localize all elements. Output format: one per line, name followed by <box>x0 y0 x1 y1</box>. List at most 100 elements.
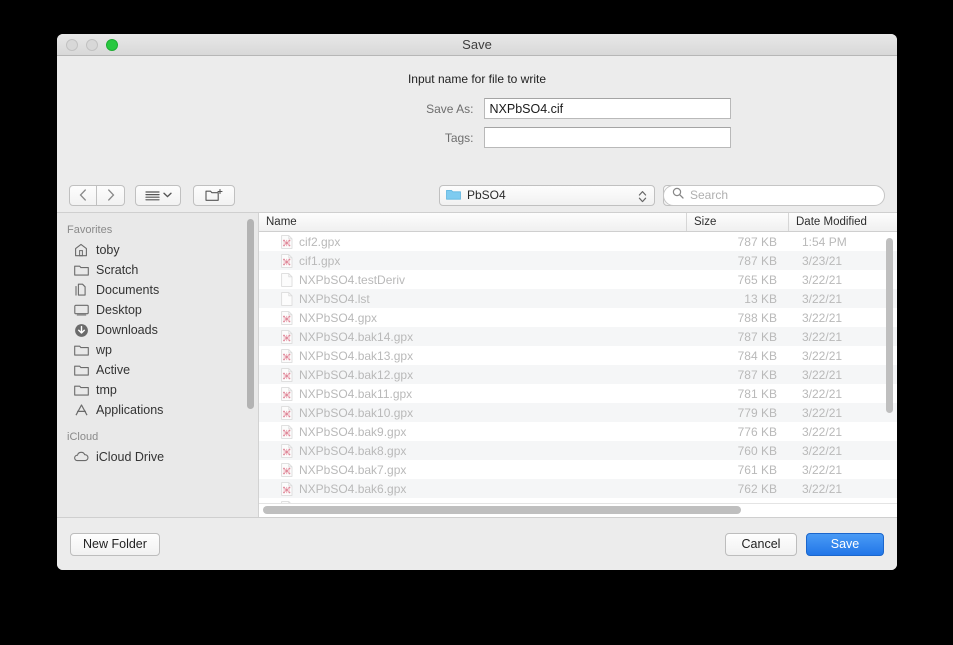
table-row[interactable]: NXPbSO4.lst 13 KB 3/22/21 <box>259 289 897 308</box>
save-as-input[interactable] <box>483 98 731 119</box>
table-row[interactable]: NXPbSO4.bak11.gpx 781 KB 3/22/21 <box>259 384 897 403</box>
sidebar-item-scratch[interactable]: Scratch <box>57 260 258 280</box>
sidebar-item-active[interactable]: Active <box>57 360 258 380</box>
table-row[interactable]: NXPbSO4.bak10.gpx 779 KB 3/22/21 <box>259 403 897 422</box>
file-name-cell: NXPbSO4.lst <box>259 292 687 306</box>
file-name-label: NXPbSO4.lst <box>299 291 370 306</box>
column-header-name[interactable]: Name <box>259 213 687 231</box>
sidebar-item-wp[interactable]: wp <box>57 340 258 360</box>
save-as-row: Save As: <box>57 98 897 119</box>
file-date-cell: 3/22/21 <box>802 272 843 287</box>
list-view-icon <box>144 190 160 200</box>
titlebar: Save <box>57 34 897 56</box>
gpx-file-icon <box>281 405 293 420</box>
file-name-label: cif2.gpx <box>299 234 341 249</box>
file-size-cell: 787 KB <box>737 253 777 268</box>
search-field[interactable]: Search <box>663 184 885 206</box>
sidebar-item-applications[interactable]: Applications <box>57 400 258 420</box>
file-name-label: NXPbSO4.bak10.gpx <box>299 405 414 420</box>
file-date-cell: 3/22/21 <box>802 310 843 325</box>
table-row[interactable]: NXPbSO4.gpx 788 KB 3/22/21 <box>259 308 897 327</box>
sidebar-item-downloads[interactable]: Downloads <box>57 320 258 340</box>
column-header-date-modified[interactable]: Date Modified <box>789 213 897 231</box>
documents-icon <box>71 283 91 297</box>
table-row[interactable]: NXPbSO4.bak7.gpx 761 KB 3/22/21 <box>259 460 897 479</box>
gpx-file-icon <box>281 386 293 401</box>
table-row[interactable]: NXPbSO4.testDeriv 765 KB 3/22/21 <box>259 270 897 289</box>
back-button[interactable] <box>69 184 97 206</box>
save-button[interactable]: Save <box>806 532 884 556</box>
file-name-cell: NXPbSO4.bak8.gpx <box>259 444 687 458</box>
file-name-label: NXPbSO4.gpx <box>299 310 378 325</box>
prompt-text: Input name for file to write <box>407 72 547 86</box>
chevron-down-icon <box>162 192 172 198</box>
file-name-cell: NXPbSO4.bak13.gpx <box>259 349 687 363</box>
tags-input[interactable] <box>483 127 731 148</box>
table-row[interactable]: cif1.gpx 787 KB 3/23/21 <box>259 251 897 270</box>
file-size-cell: 776 KB <box>737 424 777 439</box>
file-list-horizontal-scroll-track <box>259 503 897 517</box>
sidebar-item-tmp[interactable]: tmp <box>57 380 258 400</box>
file-size-cell: 762 KB <box>737 481 777 496</box>
file-list-horizontal-scrollbar[interactable] <box>263 506 741 514</box>
table-row[interactable]: NXPbSO4.bak9.gpx 776 KB 3/22/21 <box>259 422 897 441</box>
dialog-footer: New Folder Cancel Save <box>57 518 897 570</box>
folder-icon <box>71 364 91 376</box>
sidebar-item-toby[interactable]: toby <box>57 240 258 260</box>
table-row[interactable]: NXPbSO4.bak6.gpx 762 KB 3/22/21 <box>259 479 897 498</box>
gpx-file-icon <box>281 234 293 249</box>
sidebar-item-icloud-drive[interactable]: iCloud Drive <box>57 447 258 467</box>
sidebar-item-label: Scratch <box>96 263 139 277</box>
cancel-button[interactable]: Cancel <box>725 532 797 556</box>
plain-file-icon <box>281 272 293 287</box>
file-size-cell: 760 KB <box>737 443 777 458</box>
table-row[interactable]: NXPbSO4.bak12.gpx 787 KB 3/22/21 <box>259 365 897 384</box>
sidebar-item-label: iCloud Drive <box>96 450 165 464</box>
file-size-cell: 787 KB <box>737 367 777 382</box>
chevron-left-icon <box>79 189 86 201</box>
save-dialog-window: Save Input name for file to write Save A… <box>57 34 897 570</box>
new-folder-button[interactable]: New Folder <box>70 532 160 556</box>
file-name-cell: NXPbSO4.bak11.gpx <box>259 387 687 401</box>
table-row[interactable]: NXPbSO4.bak14.gpx 787 KB 3/22/21 <box>259 327 897 346</box>
sidebar-item-documents[interactable]: Documents <box>57 280 258 300</box>
file-name-label: NXPbSO4.testDeriv <box>299 272 406 287</box>
file-date-cell: 1:54 PM <box>802 234 847 249</box>
current-folder-popup[interactable]: PbSO4 <box>439 184 655 207</box>
table-row[interactable]: NXPbSO4.bak8.gpx 760 KB 3/22/21 <box>259 441 897 460</box>
sidebar-scrollbar[interactable] <box>247 219 254 409</box>
file-size-cell: 13 KB <box>744 291 777 306</box>
folder-icon <box>71 384 91 396</box>
plain-file-icon <box>281 291 293 306</box>
column-header-size[interactable]: Size <box>687 213 789 231</box>
file-rows: cif2.gpx 787 KB 1:54 PM cif1.gpx 787 KB 3/23/… <box>259 232 897 517</box>
file-list-header: Name Size Date Modified <box>259 213 897 232</box>
file-name-label: NXPbSO4.bak14.gpx <box>299 329 414 344</box>
file-date-cell: 3/22/21 <box>802 481 843 496</box>
file-date-cell: 3/22/21 <box>802 405 843 420</box>
stepper-arrows-icon <box>638 189 647 207</box>
new-folder-toolbar-button[interactable] <box>193 184 235 206</box>
gpx-file-icon <box>281 310 293 325</box>
current-folder-label: PbSO4 <box>467 188 506 202</box>
downloads-icon <box>71 323 91 338</box>
file-size-cell: 788 KB <box>737 310 777 325</box>
file-name-label: NXPbSO4.bak12.gpx <box>299 367 414 382</box>
table-row[interactable]: cif2.gpx 787 KB 1:54 PM <box>259 232 897 251</box>
sidebar-item-label: Desktop <box>96 303 142 317</box>
file-name-cell: NXPbSO4.bak12.gpx <box>259 368 687 382</box>
file-name-cell: NXPbSO4.bak6.gpx <box>259 482 687 496</box>
view-options-button[interactable] <box>135 184 181 206</box>
window-title: Save <box>462 37 492 52</box>
file-date-cell: 3/22/21 <box>802 367 843 382</box>
forward-button[interactable] <box>97 184 125 206</box>
new-folder-icon <box>205 188 223 201</box>
table-row[interactable]: NXPbSO4.bak13.gpx 784 KB 3/22/21 <box>259 346 897 365</box>
file-size-cell: 787 KB <box>737 234 777 249</box>
gpx-file-icon <box>281 481 293 496</box>
search-icon <box>672 186 684 204</box>
file-list-vertical-scrollbar[interactable] <box>886 238 893 413</box>
file-name-label: cif1.gpx <box>299 253 341 268</box>
sidebar-item-label: tmp <box>96 383 117 397</box>
sidebar-item-desktop[interactable]: Desktop <box>57 300 258 320</box>
